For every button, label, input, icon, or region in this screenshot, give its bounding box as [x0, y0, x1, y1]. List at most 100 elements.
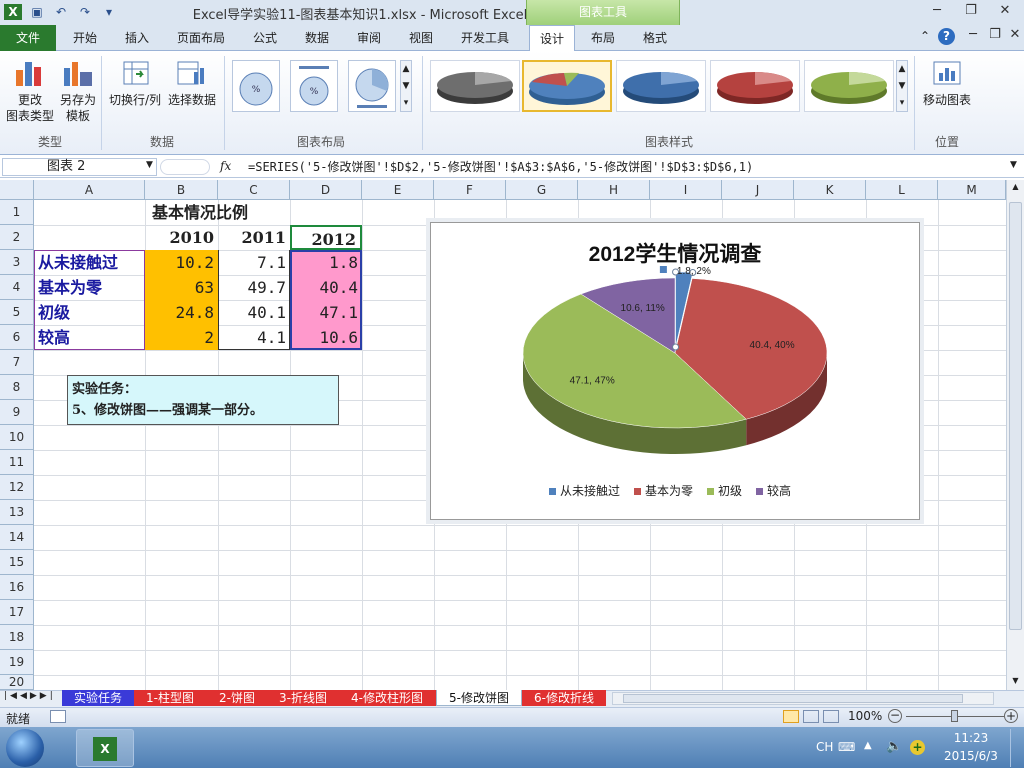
ribbon-minimize-icon[interactable]: ⌃ — [920, 29, 930, 43]
header-2010[interactable]: 2010 — [145, 225, 218, 250]
formula-input[interactable]: =SERIES('5-修改饼图'!$D$2,'5-修改饼图'!$A$3:$A$6… — [248, 158, 1008, 176]
row-header[interactable]: 2 — [0, 225, 34, 250]
row-label[interactable]: 从未接触过 — [34, 250, 145, 275]
table-title[interactable]: 基本情况比例 — [110, 200, 290, 225]
undo-icon[interactable]: ↶ — [52, 4, 70, 20]
tab-data[interactable]: 数据 — [296, 25, 338, 51]
data-label-0[interactable]: 1.8, 2% — [677, 266, 711, 277]
tab-format[interactable]: 格式 — [634, 25, 676, 51]
close-icon[interactable]: ✕ — [992, 3, 1018, 21]
row-header[interactable]: 10 — [0, 425, 34, 450]
column-header[interactable]: J — [722, 180, 794, 200]
row-header[interactable]: 12 — [0, 475, 34, 500]
save-as-template-button[interactable]: 另存为 模板 — [56, 92, 100, 124]
task-note[interactable]: 实验任务： 5、修改饼图——强调某一部分。 — [67, 375, 339, 425]
pie-chart[interactable]: 2012学生情况调查 1.8, 2% 40.4, 40% 47.1, 47% 10.6… — [430, 222, 920, 520]
column-header[interactable]: B — [145, 180, 218, 200]
column-header[interactable]: A — [34, 180, 145, 200]
row-header[interactable]: 20 — [0, 675, 34, 690]
cell-value[interactable]: 63 — [145, 275, 218, 300]
tray-expand-icon[interactable]: ▲ — [864, 740, 872, 751]
volume-icon[interactable]: 🔈 — [886, 739, 902, 754]
tab-design[interactable]: 设计 — [529, 25, 575, 52]
scroll-down-icon[interactable]: ▼ — [1009, 676, 1022, 686]
taskbar-excel-button[interactable]: X — [76, 729, 134, 767]
tray-app-icon[interactable]: + — [910, 740, 925, 755]
legend-entry-1[interactable]: 基本为零 — [645, 484, 693, 498]
style-gallery-scroll[interactable]: ▲ ▼ ▾ — [896, 60, 908, 112]
sheet-tab[interactable]: 4-修改柱形图 — [338, 690, 436, 706]
column-header[interactable]: H — [578, 180, 650, 200]
cell-value[interactable]: 47.1 — [290, 300, 362, 325]
row-header[interactable]: 15 — [0, 550, 34, 575]
zoom-in-icon[interactable]: + — [1004, 709, 1018, 723]
zoom-slider-handle[interactable] — [951, 710, 958, 722]
chart-style-blue[interactable] — [616, 60, 706, 112]
save-template-icon[interactable] — [62, 58, 94, 88]
change-chart-type-icon[interactable] — [14, 58, 46, 88]
move-chart-button[interactable]: 移动图表 — [918, 92, 976, 108]
row-label[interactable]: 较高 — [34, 325, 145, 350]
doc-close-icon[interactable]: ✕ — [1002, 27, 1024, 45]
switch-row-column-icon[interactable] — [120, 58, 152, 88]
clock-time[interactable]: 11:23 — [940, 731, 1002, 745]
vertical-scrollbar[interactable]: ▲ ▼ — [1006, 180, 1024, 690]
horizontal-scrollbar[interactable] — [612, 692, 994, 705]
restore-icon[interactable]: ❐ — [958, 3, 984, 21]
cell-value[interactable]: 1.8 — [290, 250, 362, 275]
chart-title[interactable]: 2012学生情况调查 — [589, 242, 762, 266]
save-icon[interactable]: ▣ — [28, 4, 46, 20]
row-header[interactable]: 14 — [0, 525, 34, 550]
cell-value[interactable]: 24.8 — [145, 300, 218, 325]
formula-bar-resizer[interactable] — [160, 159, 210, 175]
minimize-icon[interactable]: ─ — [924, 3, 950, 21]
excel-logo-icon[interactable]: X — [4, 4, 22, 20]
show-desktop-button[interactable] — [1010, 729, 1022, 767]
cell-value[interactable]: 2 — [145, 325, 218, 350]
header-2011[interactable]: 2011 — [218, 225, 290, 250]
legend-entry-0[interactable]: 从未接触过 — [560, 483, 620, 498]
data-label-2[interactable]: 47.1, 47% — [570, 376, 615, 387]
row-header[interactable]: 9 — [0, 400, 34, 425]
row-header[interactable]: 8 — [0, 375, 34, 400]
select-all-corner[interactable] — [0, 180, 34, 200]
chart-layout-2[interactable]: % — [290, 60, 338, 112]
sheet-nav-icons[interactable]: |◀◀▶▶| — [4, 691, 56, 701]
normal-view-icon[interactable] — [783, 710, 799, 723]
select-data-button[interactable]: 选择数据 — [166, 92, 218, 108]
name-box[interactable]: 图表 2 — [2, 158, 157, 176]
sheet-tab-active[interactable]: 5-修改饼图 — [436, 690, 522, 706]
column-header[interactable]: F — [434, 180, 506, 200]
page-layout-view-icon[interactable] — [803, 710, 819, 723]
chart-style-red[interactable] — [710, 60, 800, 112]
chart-style-green[interactable] — [804, 60, 894, 112]
row-header[interactable]: 5 — [0, 300, 34, 325]
header-2012[interactable]: 2012 — [290, 225, 362, 250]
column-header[interactable]: I — [650, 180, 722, 200]
row-header[interactable]: 17 — [0, 600, 34, 625]
row-header[interactable]: 18 — [0, 625, 34, 650]
cell-value[interactable]: 10.2 — [145, 250, 218, 275]
clock-date[interactable]: 2015/6/3 — [940, 749, 1002, 763]
selection-handle[interactable] — [672, 343, 680, 351]
sheet-tab[interactable]: 1-柱型图 — [134, 690, 206, 706]
scroll-up-icon[interactable]: ▲ — [1009, 182, 1022, 191]
tab-view[interactable]: 视图 — [400, 25, 442, 51]
layout-gallery-scroll[interactable]: ▲ ▼ ▾ — [400, 60, 412, 112]
row-header[interactable]: 7 — [0, 350, 34, 375]
page-break-view-icon[interactable] — [823, 710, 839, 723]
sheet-tab[interactable]: 3-折线图 — [268, 690, 338, 706]
row-header[interactable]: 1 — [0, 200, 34, 225]
chart-style-gray[interactable] — [430, 60, 520, 112]
data-label-3[interactable]: 10.6, 11% — [621, 303, 665, 314]
row-header[interactable]: 11 — [0, 450, 34, 475]
column-header[interactable]: D — [290, 180, 362, 200]
zoom-out-icon[interactable]: − — [888, 709, 902, 723]
tab-page-layout[interactable]: 页面布局 — [170, 25, 232, 51]
help-icon[interactable]: ? — [938, 28, 955, 45]
name-box-dropdown-icon[interactable]: ▼ — [146, 160, 153, 170]
column-header[interactable]: M — [938, 180, 1006, 200]
row-header[interactable]: 19 — [0, 650, 34, 675]
keyboard-icon[interactable]: ⌨ — [838, 740, 855, 754]
zoom-level[interactable]: 100% — [848, 709, 882, 723]
